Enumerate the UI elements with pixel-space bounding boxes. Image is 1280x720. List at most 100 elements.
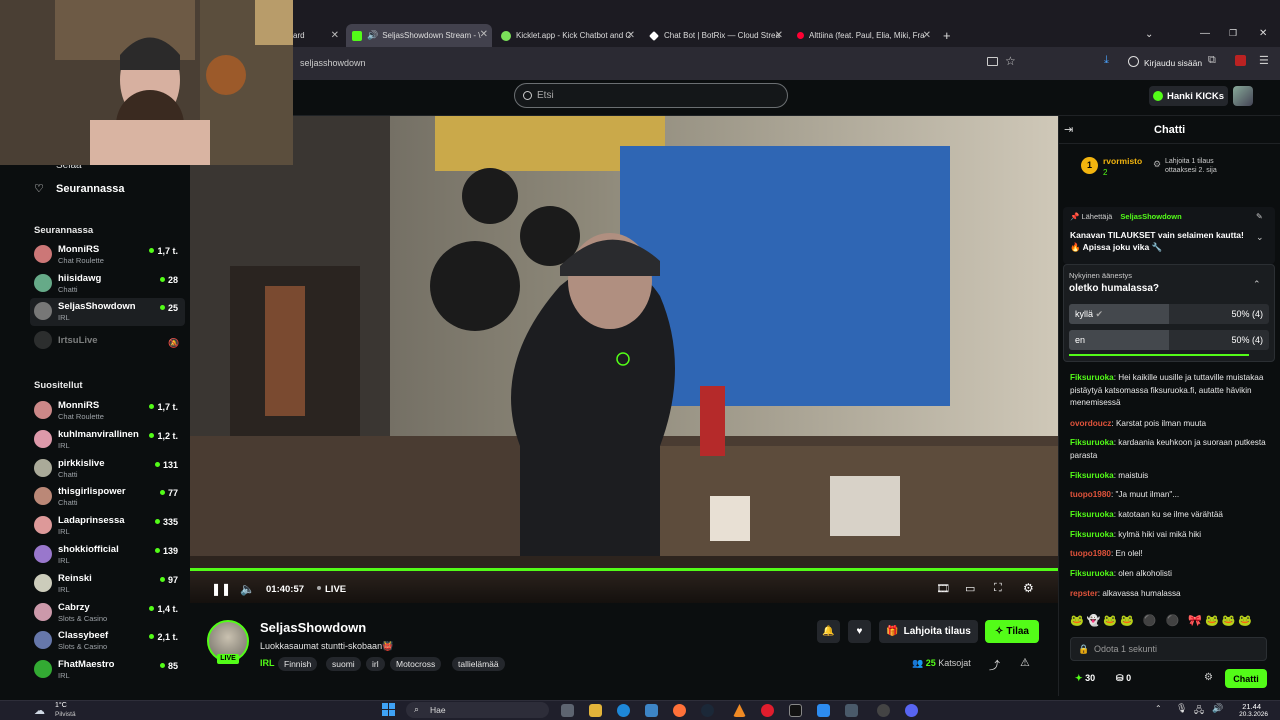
player-progress-bar[interactable]: [190, 568, 1058, 571]
tab-kicklet[interactable]: Kicklet.app - Kick Chatbot and C ✕: [497, 25, 639, 46]
taskbar-search[interactable]: ⌕ Hae: [406, 702, 549, 718]
mic-icon[interactable]: 🎙: [1176, 703, 1187, 714]
tag-pill[interactable]: Motocross: [390, 657, 442, 671]
extension-badge-icon[interactable]: [1235, 55, 1246, 66]
opera-icon[interactable]: [761, 704, 774, 717]
account-icon[interactable]: [1128, 56, 1139, 67]
tab-dashboard[interactable]: ard ✕: [293, 25, 343, 46]
sidebar-channel-row[interactable]: SeljasShowdown IRL 25: [30, 298, 185, 327]
chat-username[interactable]: Fiksuruoka: [1070, 438, 1114, 447]
chat-input[interactable]: 🔒 Odota 1 sekunti: [1070, 637, 1267, 661]
collapse-chat-icon[interactable]: ⇥: [1064, 123, 1073, 136]
bookmark-star-icon[interactable]: ☆: [1005, 54, 1016, 68]
expand-pinned-chevron-icon[interactable]: ⌄: [1256, 232, 1264, 243]
top-gifter-name[interactable]: rvormisto: [1103, 156, 1142, 166]
weather-temp[interactable]: 1°C: [55, 702, 67, 709]
sidebar-channel-row[interactable]: IrtsuLive: [30, 327, 185, 355]
chat-username[interactable]: tuopo1980: [1070, 490, 1111, 499]
chat-username[interactable]: Fiksuruoka: [1070, 373, 1114, 382]
user-avatar[interactable]: [1233, 86, 1253, 106]
chat-username[interactable]: repster: [1070, 589, 1098, 598]
unpin-icon[interactable]: ✎: [1256, 212, 1263, 221]
channel-name[interactable]: SeljasShowdown: [260, 620, 366, 635]
tab-list-chevron-icon[interactable]: ⌄: [1145, 29, 1153, 40]
sidebar-channel-row[interactable]: kuhlmanvirallinen IRL 1,2 t.: [30, 426, 185, 454]
app-icon[interactable]: [845, 704, 858, 717]
clip-icon[interactable]: 🎞: [936, 582, 950, 595]
chat-username[interactable]: Fiksuruoka: [1070, 471, 1114, 480]
tag-pill[interactable]: tallielämää: [452, 657, 505, 671]
volume-icon[interactable]: 🔈: [240, 582, 255, 596]
share-icon[interactable]: ⤴: [989, 657, 1000, 673]
tab-close-icon[interactable]: ✕: [775, 30, 783, 41]
tab-close-icon[interactable]: ✕: [331, 30, 339, 41]
tab-youtube[interactable]: Alttiina (feat. Paul, Elia, Miki, Fra ✕: [793, 25, 935, 46]
tag-pill[interactable]: Finnish: [278, 657, 318, 671]
windows-start-icon[interactable]: [382, 703, 396, 717]
maximize-icon[interactable]: ❐: [1229, 28, 1237, 39]
discord-icon[interactable]: [905, 704, 918, 717]
sidebar-channel-row[interactable]: pirkkislive Chatti 131: [30, 455, 185, 483]
sidebar-channel-row[interactable]: MonniRS Chat Roulette 1,7 t.: [30, 397, 185, 425]
tray-chevron-icon[interactable]: ⌃: [1155, 704, 1162, 713]
file-explorer-icon[interactable]: [589, 704, 602, 717]
sidebar-following-link[interactable]: Seurannassa: [56, 183, 124, 195]
get-kicks-button[interactable]: Hanki KICKs: [1149, 86, 1228, 106]
notification-bell-button[interactable]: 🔔: [817, 620, 840, 643]
store-icon[interactable]: [645, 704, 658, 717]
url-field[interactable]: seljasshowdown: [292, 52, 1022, 74]
new-tab-icon[interactable]: +: [943, 28, 951, 43]
chat-username[interactable]: ovordoucz: [1070, 419, 1111, 428]
task-view-icon[interactable]: [561, 704, 574, 717]
channel-points[interactable]: ✦ 30: [1075, 673, 1095, 684]
sidebar-channel-row[interactable]: shokkiofficial IRL 139: [30, 541, 185, 569]
subscribe-button[interactable]: ✧ Tilaa: [985, 620, 1039, 643]
tab-close-icon[interactable]: ✕: [480, 29, 488, 40]
sidebar-channel-row[interactable]: Reinski IRL 97: [30, 570, 185, 598]
sidebar-channel-row[interactable]: hiisidawg Chatti 28: [30, 270, 185, 298]
sidebar-channel-row[interactable]: MonniRS Chat Roulette 1,7 t.: [30, 241, 185, 269]
category-link[interactable]: IRL: [260, 658, 275, 668]
chat-username[interactable]: Fiksuruoka: [1070, 510, 1114, 519]
close-window-icon[interactable]: ✕: [1259, 28, 1267, 39]
fullscreen-icon[interactable]: ⛶: [994, 582, 1002, 595]
follow-button[interactable]: ♥: [848, 620, 871, 643]
steam-icon[interactable]: [701, 704, 714, 717]
reader-view-icon[interactable]: [987, 57, 998, 66]
tab-close-icon[interactable]: ✕: [627, 30, 635, 41]
pause-icon[interactable]: ❚❚: [211, 582, 231, 596]
tag-pill[interactable]: irl: [366, 657, 385, 671]
emote-strip[interactable]: 🐸👻🐸🐸 ⚫ ⚫ 🎀🐸🐸🐸: [1070, 614, 1270, 627]
settings-gear-icon[interactable]: [877, 704, 890, 717]
chat-username[interactable]: Fiksuruoka: [1070, 569, 1114, 578]
drops-counter[interactable]: ⛁ 0: [1116, 673, 1131, 684]
pinned-by-user[interactable]: SeljasShowdown: [1120, 212, 1181, 221]
volume-icon[interactable]: 🔊: [1212, 703, 1223, 714]
menu-hamburger-icon[interactable]: ☰: [1259, 54, 1269, 67]
app-icon[interactable]: [817, 704, 830, 717]
sidebar-channel-row[interactable]: FhatMaestro IRL 85: [30, 656, 185, 684]
gift-sub-button[interactable]: 🎁 Lahjoita tilaus: [879, 620, 978, 643]
download-icon[interactable]: ⤓: [1104, 54, 1109, 67]
sidebar-channel-row[interactable]: Cabrzy Slots & Casino 1,4 t.: [30, 599, 185, 627]
terminal-icon[interactable]: [789, 704, 802, 717]
tab-close-icon[interactable]: ✕: [923, 30, 931, 41]
theater-mode-icon[interactable]: ▭: [965, 582, 975, 595]
tab-kick-stream[interactable]: 🔊 SeljasShowdown Stream - \ ✕: [346, 24, 492, 47]
network-icon[interactable]: 🖧: [1194, 703, 1204, 719]
chat-send-button[interactable]: Chatti: [1225, 669, 1267, 688]
login-button[interactable]: Kirjaudu sisään: [1144, 58, 1202, 68]
sidebar-channel-row[interactable]: Ladaprinsessa IRL 335: [30, 512, 185, 540]
poll-option[interactable]: en 50% (4): [1069, 330, 1269, 350]
video-player[interactable]: [190, 116, 1058, 603]
collapse-poll-chevron-icon[interactable]: ⌃: [1253, 279, 1261, 290]
clock-time[interactable]: 21.44: [1233, 702, 1261, 711]
firefox-icon[interactable]: [673, 704, 686, 717]
sidebar-channel-row[interactable]: Classybeef Slots & Casino 2,1 t.: [30, 627, 185, 655]
poll-option[interactable]: kyllä ✔ 50% (4): [1069, 304, 1269, 324]
search-input[interactable]: Etsi: [514, 83, 788, 108]
sidebar-channel-row[interactable]: thisgirlispower Chatti 77: [30, 483, 185, 511]
chat-settings-icon[interactable]: ⚙: [1204, 672, 1213, 683]
tab-botrix[interactable]: Chat Bot | BotRix — Cloud Strea ✕: [645, 25, 787, 46]
tag-pill[interactable]: suomi: [326, 657, 361, 671]
